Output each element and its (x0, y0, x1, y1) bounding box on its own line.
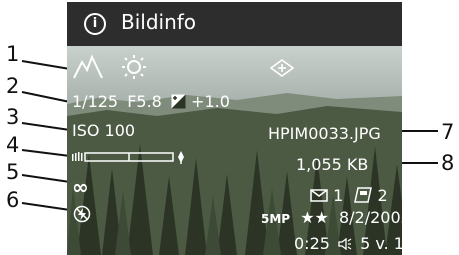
aperture: F5.8 (127, 92, 162, 111)
callout-1: 1 (6, 42, 20, 66)
page-title: Bildinfo (121, 10, 197, 34)
email-count: 1 (333, 186, 344, 205)
audio-duration: 0:25 (294, 234, 330, 253)
callout-5: 5 (6, 160, 20, 184)
landscape-mountain-icon (73, 54, 103, 79)
flash-off-icon (73, 205, 91, 223)
callout-7: 7 (441, 120, 455, 144)
quality-stars: ★★ (300, 208, 329, 227)
focus-range-bar (72, 151, 184, 164)
info-icon: i (84, 13, 106, 35)
capture-date: 8/2/2003 (338, 208, 402, 227)
infinity-icon: ∞ (72, 175, 89, 199)
filename: HPIM0033.JPG (268, 124, 381, 143)
envelope-icon (310, 189, 328, 202)
sun-icon (122, 55, 146, 79)
resolution: 5MP (261, 212, 291, 226)
audio-row: 0:25 5 v. 14 (294, 236, 402, 252)
print-count: 2 (377, 186, 388, 205)
callout-8: 8 (441, 151, 455, 175)
image-index: 5 v. 14 (360, 234, 402, 253)
filesize: 1,055 KB (296, 155, 369, 174)
exposure-row: 1/125 F5.8 +1.0 (72, 94, 230, 110)
exposure-compensation: +1.0 (191, 92, 230, 111)
callout-4: 4 (6, 133, 20, 157)
printer-icon (354, 187, 373, 203)
exposure-compensation-icon (171, 94, 186, 109)
share-row: 1 2 (310, 187, 388, 204)
title-bar: i Bildinfo (67, 2, 402, 46)
shutter-speed: 1/125 (72, 92, 119, 111)
iso-value: ISO 100 (72, 121, 136, 140)
callout-3: 3 (6, 105, 20, 129)
callout-6: 6 (6, 188, 20, 212)
resolution-row: 5MP ★★ 8/2/2003 (261, 210, 402, 226)
focus-zone-icon (270, 59, 294, 77)
speaker-icon (338, 237, 352, 251)
callout-2: 2 (6, 74, 20, 98)
camera-screen: i Bildinfo 1/125 F5.8 +1.0 ISO 100 ∞ HPI… (67, 2, 402, 255)
